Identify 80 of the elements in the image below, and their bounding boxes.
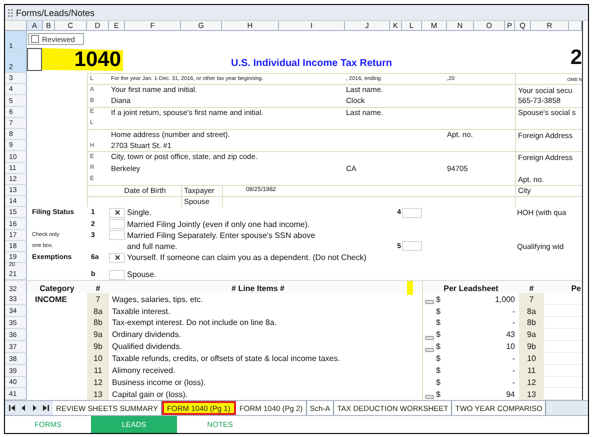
form-number: 1040 (42, 48, 123, 71)
option-label: Spouse. (126, 270, 158, 280)
cross-icon (114, 255, 120, 260)
form-year: 2 (570, 46, 582, 70)
line-number: 13 (87, 388, 109, 400)
amount-cell-text: - (511, 354, 516, 364)
line-number: 9b (519, 340, 544, 353)
option-label: and full name. (126, 242, 178, 251)
column-heading: # (528, 284, 535, 293)
currency-sign: $ (436, 330, 442, 340)
currency-sign: $ (436, 318, 442, 328)
amount-cell-text: 94 (505, 390, 516, 399)
line-number: 10 (519, 352, 544, 365)
currency-sign: $ (436, 342, 442, 352)
form-title: U.S. Individual Income Tax Return (231, 58, 392, 70)
amount-cell-text: 1,000 (494, 294, 516, 304)
line-number: 12 (87, 376, 109, 388)
option-label: Married Filing Jointly (even if only one had income). (126, 220, 311, 229)
amount-cell-text: - (511, 378, 516, 387)
line-item: Business income or (loss). (111, 378, 207, 387)
line-item: Wages, salaries, tips, etc. (111, 294, 204, 304)
line-item: Qualified dividends. (111, 342, 183, 352)
cell-selection (27, 48, 42, 71)
line-item: Taxable refunds, credits, or offsets of state & local income taxes. (111, 354, 341, 364)
checkbox[interactable] (402, 241, 422, 252)
line-number: 8a (519, 305, 544, 318)
line-item: Alimony received. (111, 366, 176, 376)
cross-icon (114, 210, 120, 216)
currency-sign: $ (436, 294, 442, 304)
note-icon[interactable] (425, 395, 434, 400)
currency-sign: $ (436, 378, 442, 387)
checkbox[interactable] (109, 208, 125, 218)
column-heading: Pe (570, 284, 582, 293)
line-number: 8b (519, 317, 544, 329)
line-number: 7 (87, 293, 109, 306)
line-number: 9a (519, 328, 544, 341)
window-title: Forms/Leads/Notes (16, 8, 95, 18)
option-label: Married Filing Separately. Enter spouse's SSN above (126, 230, 316, 240)
amount-cell-text: - (511, 366, 516, 376)
line-number: 9b (87, 340, 109, 353)
currency-sign: $ (436, 306, 442, 316)
grip-icon[interactable] (8, 8, 13, 16)
line-item: Tax-exempt interest. Do not include on line 8a. (111, 318, 278, 328)
line-number: 10 (87, 352, 109, 365)
line-number: 11 (519, 364, 544, 376)
last-sheet-icon[interactable] (41, 404, 50, 412)
amount-cell-text: 43 (505, 330, 516, 340)
line-number: 9a (87, 328, 109, 341)
checkbox[interactable] (109, 270, 125, 280)
column-heading: # (94, 284, 102, 293)
line-item: Capital gain or (loss). (111, 390, 189, 399)
line-number: 11 (87, 364, 109, 376)
amount-cell-text: 10 (505, 342, 516, 352)
select-all-corner[interactable] (5, 21, 27, 31)
currency-sign: $ (436, 366, 442, 376)
line-number: 8a (87, 305, 109, 318)
line-number: 8b (87, 317, 109, 329)
line-number: 7 (519, 293, 544, 306)
first-sheet-icon[interactable] (8, 404, 17, 412)
line-item: Ordinary dividends. (111, 330, 182, 340)
column-heading: # Line Items # (230, 284, 286, 293)
next-sheet-icon[interactable] (30, 404, 39, 412)
currency-sign: $ (436, 390, 442, 399)
note-icon[interactable] (425, 300, 434, 304)
line-number: 12 (519, 376, 544, 388)
checkbox[interactable] (109, 219, 125, 230)
currency-sign: $ (436, 354, 442, 364)
option-label: Yourself. If someone can claim you as a dependent. (Do not Check) (126, 253, 368, 262)
amount-cell-text: - (511, 306, 516, 316)
highlight-mark (407, 281, 413, 296)
checkbox[interactable] (109, 252, 125, 263)
previous-sheet-icon[interactable] (19, 404, 28, 412)
checkbox[interactable] (402, 208, 422, 218)
line-item: Taxable interest. (111, 306, 172, 316)
checkbox[interactable] (109, 230, 125, 240)
amount-cell-text: - (511, 318, 516, 328)
line-number: 13 (519, 388, 544, 400)
option-label: Single. (126, 208, 152, 218)
column-heading: Category (38, 284, 76, 293)
category-label: INCOME (34, 294, 68, 304)
